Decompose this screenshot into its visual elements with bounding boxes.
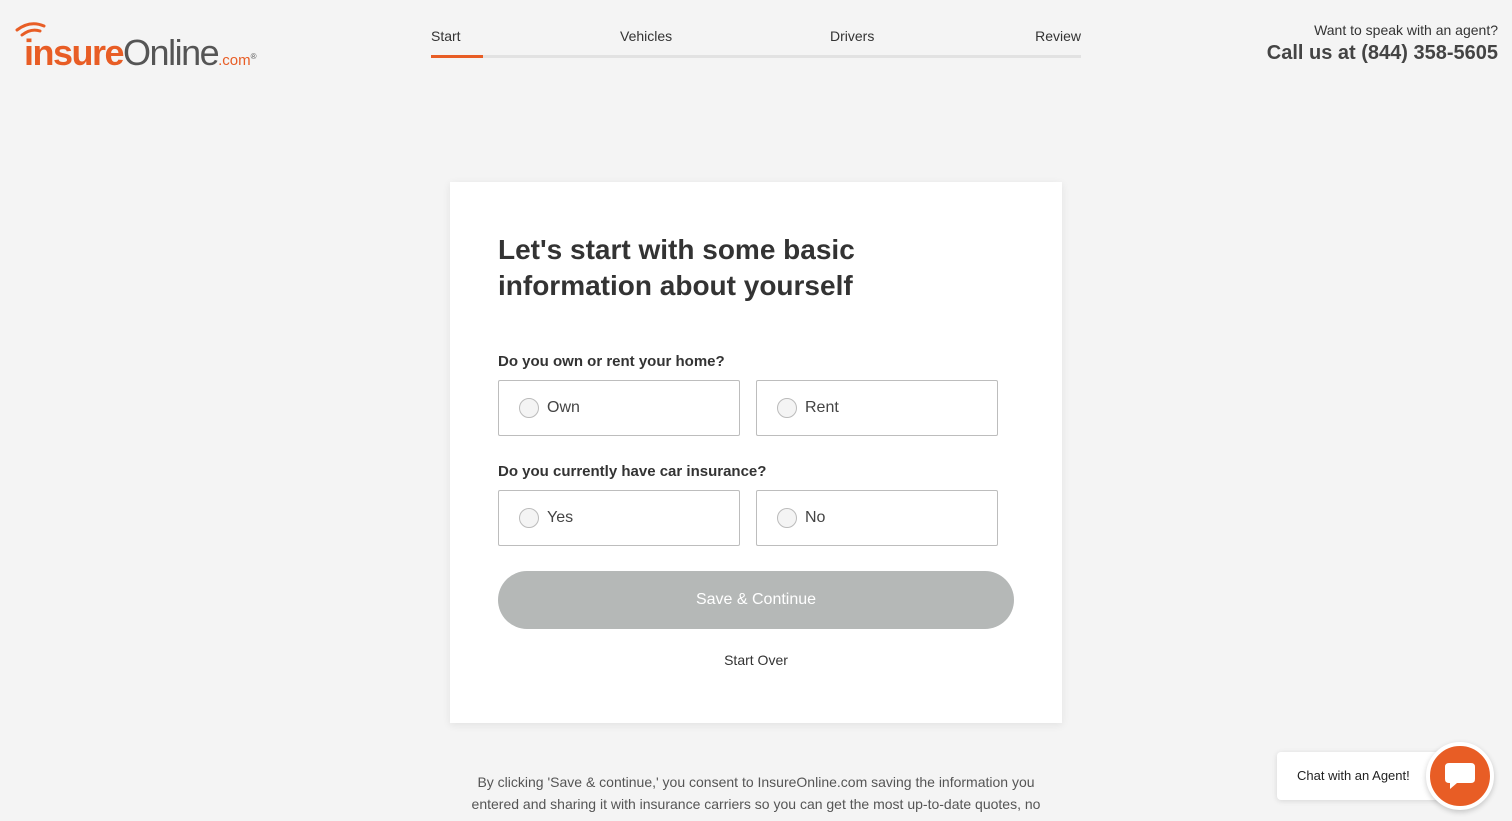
progress-track <box>431 55 1081 58</box>
progress-steps: Start Vehicles Drivers Review <box>431 28 1081 60</box>
agent-contact: Want to speak with an agent? Call us at … <box>1267 22 1498 65</box>
option-no-label: No <box>805 509 826 526</box>
insureonline-logo[interactable]: insureOnline.com® <box>14 18 274 78</box>
consent-disclaimer: By clicking 'Save & continue,' you conse… <box>471 774 1041 812</box>
agent-phone[interactable]: Call us at (844) 358-5605 <box>1267 42 1498 65</box>
logo-dotcom-text: .com <box>218 52 251 69</box>
radio-circle-icon[interactable] <box>777 398 797 418</box>
agent-question: Want to speak with an agent? <box>1314 22 1498 38</box>
progress-active-indicator <box>431 55 483 58</box>
chat-with-agent-label[interactable]: Chat with an Agent! <box>1277 752 1447 800</box>
option-no[interactable]: No <box>756 490 998 546</box>
info-form-card: Let's start with some basic information … <box>450 182 1062 723</box>
radio-circle-icon[interactable] <box>519 398 539 418</box>
radio-circle-icon[interactable] <box>777 508 797 528</box>
option-rent[interactable]: Rent <box>756 380 998 436</box>
start-over-link[interactable]: Start Over <box>450 652 1062 668</box>
option-yes-label: Yes <box>547 509 574 526</box>
step-vehicles[interactable]: Vehicles <box>620 28 672 44</box>
chat-button[interactable] <box>1426 742 1494 810</box>
option-rent-label: Rent <box>805 399 839 416</box>
logo-registered-mark: ® <box>250 52 257 61</box>
chat-bubble-icon <box>1445 763 1475 789</box>
radio-circle-icon[interactable] <box>519 508 539 528</box>
logo-insure-text: insure <box>24 32 125 73</box>
question-car-insurance-label: Do you currently have car insurance? <box>498 463 767 480</box>
save-continue-button[interactable]: Save & Continue <box>498 571 1014 629</box>
option-yes[interactable]: Yes <box>498 490 740 546</box>
option-own-label: Own <box>547 399 580 416</box>
logo-online-text: Online <box>123 32 220 73</box>
logo-wordmark: insureOnline.com® <box>24 30 257 84</box>
step-review[interactable]: Review <box>1035 28 1081 44</box>
form-title: Let's start with some basic information … <box>498 234 855 301</box>
step-drivers[interactable]: Drivers <box>830 28 874 44</box>
question-own-rent-label: Do you own or rent your home? <box>498 353 725 370</box>
option-own[interactable]: Own <box>498 380 740 436</box>
header: insureOnline.com® Start Vehicles Drivers… <box>0 0 1512 90</box>
step-start[interactable]: Start <box>431 28 461 44</box>
